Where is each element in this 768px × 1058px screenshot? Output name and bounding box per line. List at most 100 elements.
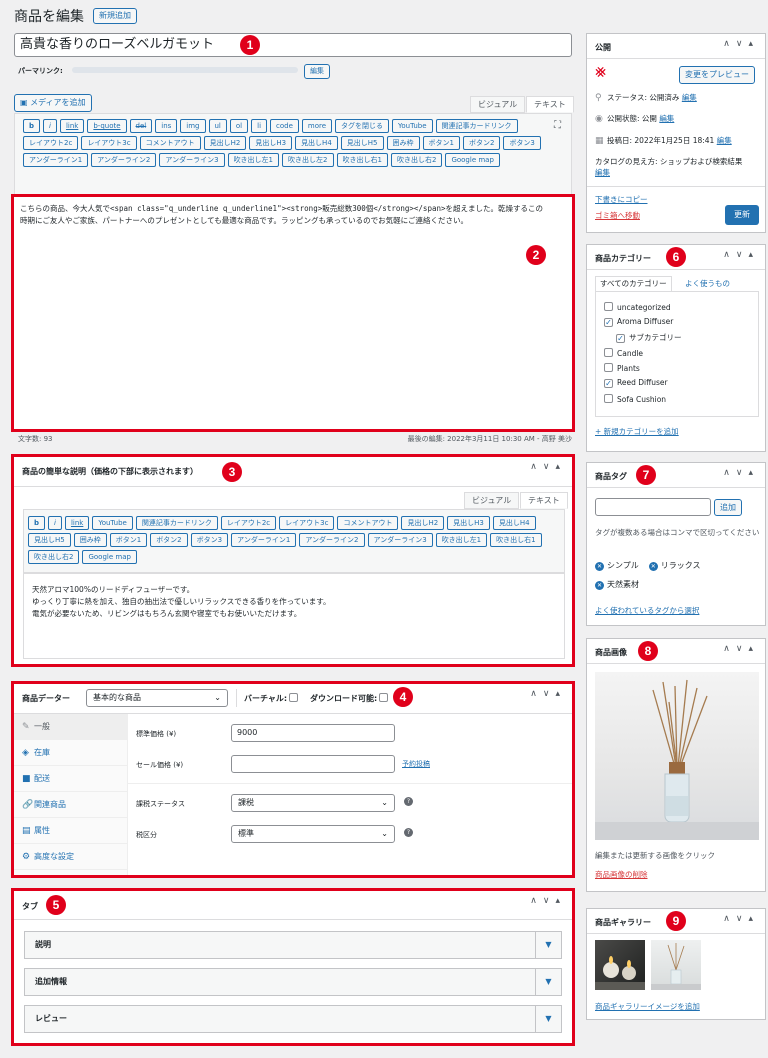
quicktag-button[interactable]: ボタン3 [503,136,541,150]
gallery-thumb-diffuser[interactable] [651,940,701,990]
quicktag-button[interactable]: ボタン2 [462,136,501,150]
popular-tags-link[interactable]: よく使われているタグから選択 [595,605,699,616]
downloadable-toggle[interactable]: ダウンロード可能: [310,693,392,704]
box-controls[interactable]: ∧∨▴ [723,644,759,654]
excerpt-editor[interactable]: 天然アロマ100%のリードディフューザーです。 ゆっくり丁寧に熱を加え、独自の抽… [23,573,565,659]
box-controls[interactable]: ∧∨▴ [723,39,759,49]
quicktag-button[interactable]: b [28,516,46,530]
quicktag-button[interactable]: i [48,516,62,530]
content-text[interactable]: こちらの商品、今大人気で<span class="q_underline q_u… [14,197,554,233]
quicktag-button[interactable]: 関連記事カードリンク [435,119,518,133]
quicktag-button[interactable]: i [43,119,57,133]
pd-tab-linked[interactable]: 🔗関連商品 [14,792,128,818]
quicktag-button[interactable]: レイアウト2c [220,516,277,530]
permalink-url[interactable] [72,67,298,73]
pd-tab-general[interactable]: ✎ 一般 [14,714,128,740]
quicktag-button[interactable]: コメントアウト [337,516,399,530]
product-image[interactable] [595,672,759,840]
box-controls[interactable]: ∧∨▴ [723,250,759,260]
quicktag-button[interactable]: Google map [82,550,137,564]
product-type-select[interactable]: 基本的な商品 ⌄ [86,689,228,707]
tab-additional-info[interactable]: 追加情報 ▼ [24,968,562,996]
category-item[interactable]: ✓ Reed Diffuser [604,378,668,388]
remove-image-link[interactable]: 商品画像の削除 [595,869,648,880]
catalog-edit-link[interactable]: 編集 [595,168,610,177]
quicktag-button[interactable]: 見出しH2 [203,136,247,150]
tab-popular-categories[interactable]: よく使うもの [685,278,730,289]
fullscreen-icon[interactable]: ⛶ [554,120,561,131]
status-edit-link[interactable]: 編集 [682,93,697,102]
tab-description[interactable]: 説明 ▼ [24,931,562,959]
content-editor[interactable]: こちらの商品、今大人気で<span class="q_underline q_u… [11,194,575,432]
permalink-edit-button[interactable]: 編集 [304,64,330,79]
quicktag-button[interactable]: 見出しH5 [28,533,71,547]
tab-all-categories[interactable]: すべてのカテゴリー [595,276,672,292]
quicktag-button[interactable]: 見出しH5 [340,136,384,150]
quicktag-button[interactable]: b [23,119,41,133]
quicktag-button[interactable]: アンダーライン2 [91,153,157,167]
gallery-thumb-candles[interactable] [595,940,645,990]
add-new-button[interactable]: 新規追加 [93,8,137,24]
help-icon[interactable]: ? [404,828,413,837]
quicktag-button[interactable]: 吹き出し左1 [227,153,280,167]
quicktag-button[interactable]: 見出しH4 [492,516,536,530]
quicktag-button[interactable]: b-quote [87,119,127,133]
copy-draft-link[interactable]: 下書きにコピー [595,194,648,205]
quicktag-button[interactable]: img [180,119,206,133]
quicktag-button[interactable]: ボタン1 [422,136,460,150]
add-media-button[interactable]: ▣ メディアを追加 [14,94,92,112]
quicktag-button[interactable]: link [64,516,90,530]
pd-tab-attributes[interactable]: ▤ 属性 [14,818,128,844]
category-item[interactable]: Plants [604,363,640,373]
quicktag-button[interactable]: ボタン2 [150,533,188,547]
quicktag-button[interactable]: ボタン1 [109,533,148,547]
quicktag-button[interactable]: レイアウト2c [23,136,79,150]
tag-item[interactable]: ✕ リラックス [648,560,701,571]
add-category-link[interactable]: + 新規カテゴリーを追加 [595,426,679,437]
quicktag-button[interactable]: 吹き出し右2 [390,153,443,167]
regular-price-input[interactable]: 9000 [231,724,395,742]
quicktag-button[interactable]: ul [208,119,227,133]
quicktag-button[interactable]: アンダーライン3 [159,153,225,167]
excerpt-tab-text[interactable]: テキスト [520,492,568,509]
tab-visual[interactable]: ビジュアル [470,96,526,113]
quicktag-button[interactable]: アンダーライン1 [231,533,297,547]
quicktag-button[interactable]: del [129,119,153,133]
quicktag-button[interactable]: 見出しH4 [295,136,338,150]
quicktag-button[interactable]: 見出しH3 [249,136,293,150]
tag-item[interactable]: ✕ シンプル [595,560,639,571]
category-item[interactable]: uncategorized [604,302,671,312]
quicktag-button[interactable]: YouTube [92,516,133,530]
tag-item[interactable]: ✕ 天然素材 [595,579,639,590]
pd-tab-inventory[interactable]: ◈ 在庫 [14,740,128,766]
quicktag-button[interactable]: 関連記事カードリンク [135,516,218,530]
preview-button[interactable]: 変更をプレビュー [679,66,755,84]
quicktag-button[interactable]: タグを閉じる [335,119,390,133]
quicktag-button[interactable]: 囲み枠 [386,136,420,150]
quicktag-button[interactable]: ins [155,119,178,133]
visibility-edit-link[interactable]: 編集 [659,114,674,123]
box-controls[interactable]: ∧∨▴ [530,462,566,472]
help-icon[interactable]: ? [404,797,413,806]
quicktag-button[interactable]: 吹き出し左1 [435,533,488,547]
virtual-toggle[interactable]: バーチャル: [244,693,302,704]
date-edit-link[interactable]: 編集 [717,136,732,145]
quicktag-button[interactable]: 吹き出し右2 [28,550,80,564]
tax-class-select[interactable]: 標準 ⌄ [231,825,395,843]
update-button[interactable]: 更新 [725,205,759,225]
quicktag-button[interactable]: 吹き出し右1 [490,533,542,547]
quicktag-button[interactable]: 囲み枠 [73,533,107,547]
quicktag-button[interactable]: アンダーライン3 [367,533,433,547]
quicktag-button[interactable]: link [59,119,85,133]
quicktag-button[interactable]: li [251,119,268,133]
quicktag-button[interactable]: 見出しH3 [447,516,490,530]
category-item[interactable]: Candle [604,348,643,358]
quicktag-button[interactable]: 見出しH2 [401,516,445,530]
title-input[interactable]: 高貴な香りのローズベルガモット [14,33,572,57]
tab-reviews[interactable]: レビュー ▼ [24,1005,562,1033]
quicktag-button[interactable]: YouTube [392,119,433,133]
quicktag-button[interactable]: Google map [445,153,500,167]
quicktag-button[interactable]: ボタン3 [190,533,229,547]
quicktag-button[interactable]: アンダーライン1 [23,153,89,167]
quicktag-button[interactable]: code [270,119,299,133]
